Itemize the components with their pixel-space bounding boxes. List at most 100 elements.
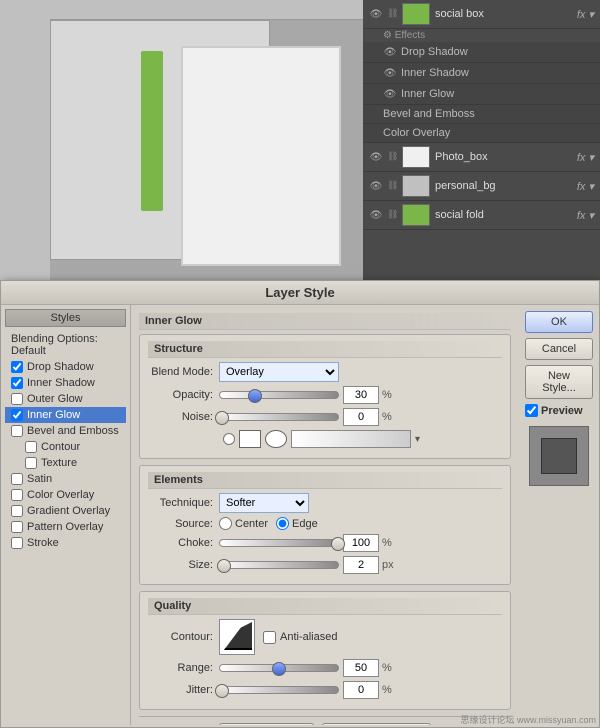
size-slider[interactable] [219,561,339,569]
ok-button[interactable]: OK [525,311,593,333]
sidebar-item-contour[interactable]: Contour [5,439,126,455]
layer-row[interactable]: 👁 ⛓ social fold fx ▾ [363,201,600,230]
jitter-slider[interactable] [219,686,339,694]
make-default-button[interactable]: Make Default [219,723,314,725]
reset-to-default-button[interactable]: Reset to Default [322,723,431,725]
gradient-arrow[interactable]: ▾ [415,434,420,445]
jitter-slider-thumb[interactable] [215,684,229,698]
effect-row-inner-shadow[interactable]: 👁 Inner Shadow [363,63,600,84]
choke-slider-thumb[interactable] [331,537,345,551]
layer-name: personal_bg [435,180,577,192]
technique-label: Technique: [148,497,213,509]
anti-aliased-checkbox[interactable] [263,631,276,644]
outer-glow-checkbox[interactable] [11,393,23,405]
sidebar-item-inner-glow[interactable]: Inner Glow [5,407,126,423]
range-slider-thumb[interactable] [272,662,286,676]
effect-row-inner-glow[interactable]: 👁 Inner Glow [363,84,600,105]
sidebar-item-pattern-overlay[interactable]: Pattern Overlay [5,519,126,535]
noise-slider[interactable] [219,413,339,421]
visibility-icon[interactable]: 👁 [369,7,383,21]
pattern-overlay-checkbox[interactable] [11,521,23,533]
visibility-icon[interactable]: 👁 [369,179,383,193]
layer-row[interactable]: 👁 ⛓ personal_bg fx ▾ [363,172,600,201]
effect-row-drop-shadow[interactable]: 👁 Drop Shadow [363,42,600,63]
satin-label: Satin [27,473,52,485]
gradient-overlay-label: Gradient Overlay [27,505,110,517]
choke-slider[interactable] [219,539,339,547]
color-swatch[interactable] [239,430,261,448]
size-label: Size: [148,559,213,571]
inner-glow-label: Inner Glow [27,409,80,421]
size-input[interactable] [343,556,379,574]
effect-visibility[interactable]: 👁 [383,87,397,101]
gradient-overlay-checkbox[interactable] [11,505,23,517]
range-input[interactable] [343,659,379,677]
bevel-checkbox[interactable] [11,425,23,437]
source-center-radio[interactable] [219,517,232,530]
visibility-icon[interactable]: 👁 [369,150,383,164]
blend-mode-row: Blend Mode: Overlay Normal Screen [148,362,502,382]
preview-label[interactable]: Preview [525,404,593,417]
contour-preview[interactable] [219,619,255,655]
anti-aliased-text: Anti-aliased [280,631,337,643]
sidebar-item-inner-shadow[interactable]: Inner Shadow [5,375,126,391]
chain-icon: ⛓ [387,8,399,20]
anti-aliased-label[interactable]: Anti-aliased [263,631,337,644]
effect-row-color-overlay[interactable]: Color Overlay [363,124,600,143]
circle-option[interactable] [265,430,287,448]
solid-color-radio[interactable] [223,433,235,445]
choke-input[interactable] [343,534,379,552]
color-overlay-checkbox[interactable] [11,489,23,501]
source-edge-label[interactable]: Edge [276,517,318,530]
gradient-preview[interactable] [291,430,411,448]
cancel-button[interactable]: Cancel [525,338,593,360]
sidebar-item-satin[interactable]: Satin [5,471,126,487]
stroke-checkbox[interactable] [11,537,23,549]
inner-shadow-checkbox[interactable] [11,377,23,389]
size-slider-thumb[interactable] [217,559,231,573]
sidebar-item-color-overlay[interactable]: Color Overlay [5,487,126,503]
visibility-icon[interactable]: 👁 [369,208,383,222]
source-center-label[interactable]: Center [219,517,268,530]
dialog-title: Layer Style [265,285,334,300]
source-edge-radio[interactable] [276,517,289,530]
jitter-row: Jitter: % [148,681,502,699]
sidebar-item-bevel[interactable]: Bevel and Emboss [5,423,126,439]
layer-row[interactable]: 👁 ⛓ Photo_box fx ▾ [363,143,600,172]
opacity-label: Opacity: [148,389,213,401]
preview-checkbox[interactable] [525,404,538,417]
inner-glow-checkbox[interactable] [11,409,23,421]
sidebar-item-texture[interactable]: Texture [5,455,126,471]
sidebar-item-gradient-overlay[interactable]: Gradient Overlay [5,503,126,519]
canvas-ruler-left [0,0,50,280]
choke-row: Choke: % [148,534,502,552]
opacity-slider-thumb[interactable] [248,389,262,403]
technique-select[interactable]: Softer Precise [219,493,309,513]
contour-checkbox[interactable] [25,441,37,453]
opacity-slider[interactable] [219,391,339,399]
blend-mode-select[interactable]: Overlay Normal Screen [219,362,339,382]
white-panel [181,46,341,266]
range-slider[interactable] [219,664,339,672]
effect-row-bevel[interactable]: Bevel and Emboss [363,105,600,124]
fx-badge: fx ▾ [577,8,594,21]
sidebar-item-drop-shadow[interactable]: Drop Shadow [5,359,126,375]
new-style-button[interactable]: New Style... [525,365,593,399]
drop-shadow-checkbox[interactable] [11,361,23,373]
layer-row[interactable]: 👁 ⛓ social box fx ▾ [363,0,600,29]
canvas-background [50,20,270,260]
effect-visibility[interactable]: 👁 [383,45,397,59]
texture-checkbox[interactable] [25,457,37,469]
sidebar-item-blending[interactable]: Blending Options: Default [5,331,126,359]
sidebar-item-outer-glow[interactable]: Outer Glow [5,391,126,407]
noise-slider-thumb[interactable] [215,411,229,425]
satin-checkbox[interactable] [11,473,23,485]
noise-input[interactable] [343,408,379,426]
jitter-input[interactable] [343,681,379,699]
opacity-input[interactable] [343,386,379,404]
layer-thumbnail [402,146,430,168]
bottom-buttons: Make Default Reset to Default [139,716,511,725]
structure-section: Structure Blend Mode: Overlay Normal Scr… [139,334,511,459]
sidebar-item-stroke[interactable]: Stroke [5,535,126,551]
effect-visibility[interactable]: 👁 [383,66,397,80]
